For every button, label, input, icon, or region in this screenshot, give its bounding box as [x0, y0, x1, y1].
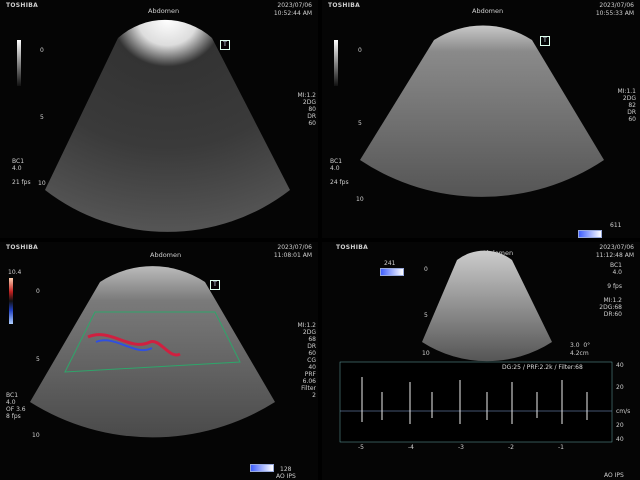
doppler-x-label: -3: [458, 444, 464, 451]
depth-mark-5: 5: [40, 114, 44, 121]
params-left: BC1 4.0 OF 3.6 8 fps: [6, 392, 26, 420]
doppler-spectrum: [339, 361, 613, 443]
ultrasound-panel-3: TOSHIBA Abdomen 2023/07/06 11:08:01 AM 1…: [0, 242, 318, 480]
doppler-y-label: 20: [616, 422, 624, 429]
depth-mark-10: 10: [356, 196, 364, 203]
doppler-settings: DG:25 / PRF:2.2k / Filter:68: [502, 364, 583, 371]
depth-mark-0: 0: [36, 288, 40, 295]
probe-label: AO IPS: [604, 472, 624, 479]
depth-mark-10: 10: [38, 180, 46, 187]
probe-icon: [578, 230, 602, 238]
doppler-y-label: 40: [616, 436, 624, 443]
sector-image: [45, 19, 290, 232]
depth-mark-0: 0: [40, 47, 44, 54]
sector-image: [30, 266, 275, 438]
ultrasound-panel-2: TOSHIBA Abdomen 2023/07/06 10:55:33 AM T…: [322, 0, 640, 238]
params-right: MI:1.1 2DG 82 DR 60: [617, 88, 636, 123]
doppler-y-unit: cm/s: [616, 408, 631, 415]
depth-mark-5: 5: [36, 356, 40, 363]
ultrasound-panel-4: TOSHIBA Abdomen 2023/07/06 11:12:48 AM 2…: [322, 242, 640, 480]
frame-counter: 611: [610, 222, 622, 229]
doppler-x-label: -2: [508, 444, 514, 451]
depth-mark-10: 10: [32, 432, 40, 439]
params-left: BC1 4.0 24 fps: [330, 158, 349, 186]
probe-icon: [250, 464, 274, 472]
params-right: MI:1.2 2DG 80 DR 60: [297, 92, 316, 127]
doppler-y-label: 40: [616, 362, 624, 369]
params-right: MI:1.2 2DG 68 DR 60 CG 40 PRF 6.06 Filte…: [297, 322, 316, 399]
doppler-x-label: -4: [408, 444, 414, 451]
doppler-y-label: 20: [616, 384, 624, 391]
doppler-x-label: -1: [558, 444, 564, 451]
probe-label: AO IPS: [276, 473, 296, 480]
depth-mark-5: 5: [358, 120, 362, 127]
ultrasound-panel-1: TOSHIBA Abdomen 2023/07/06 10:52:44 AM T…: [0, 0, 318, 238]
sector-image: [360, 25, 604, 197]
params-left: BC1 4.0 21 fps: [12, 158, 31, 186]
frame-counter: 128: [280, 466, 292, 473]
depth-mark-0: 0: [358, 47, 362, 54]
doppler-x-label: -5: [358, 444, 364, 451]
